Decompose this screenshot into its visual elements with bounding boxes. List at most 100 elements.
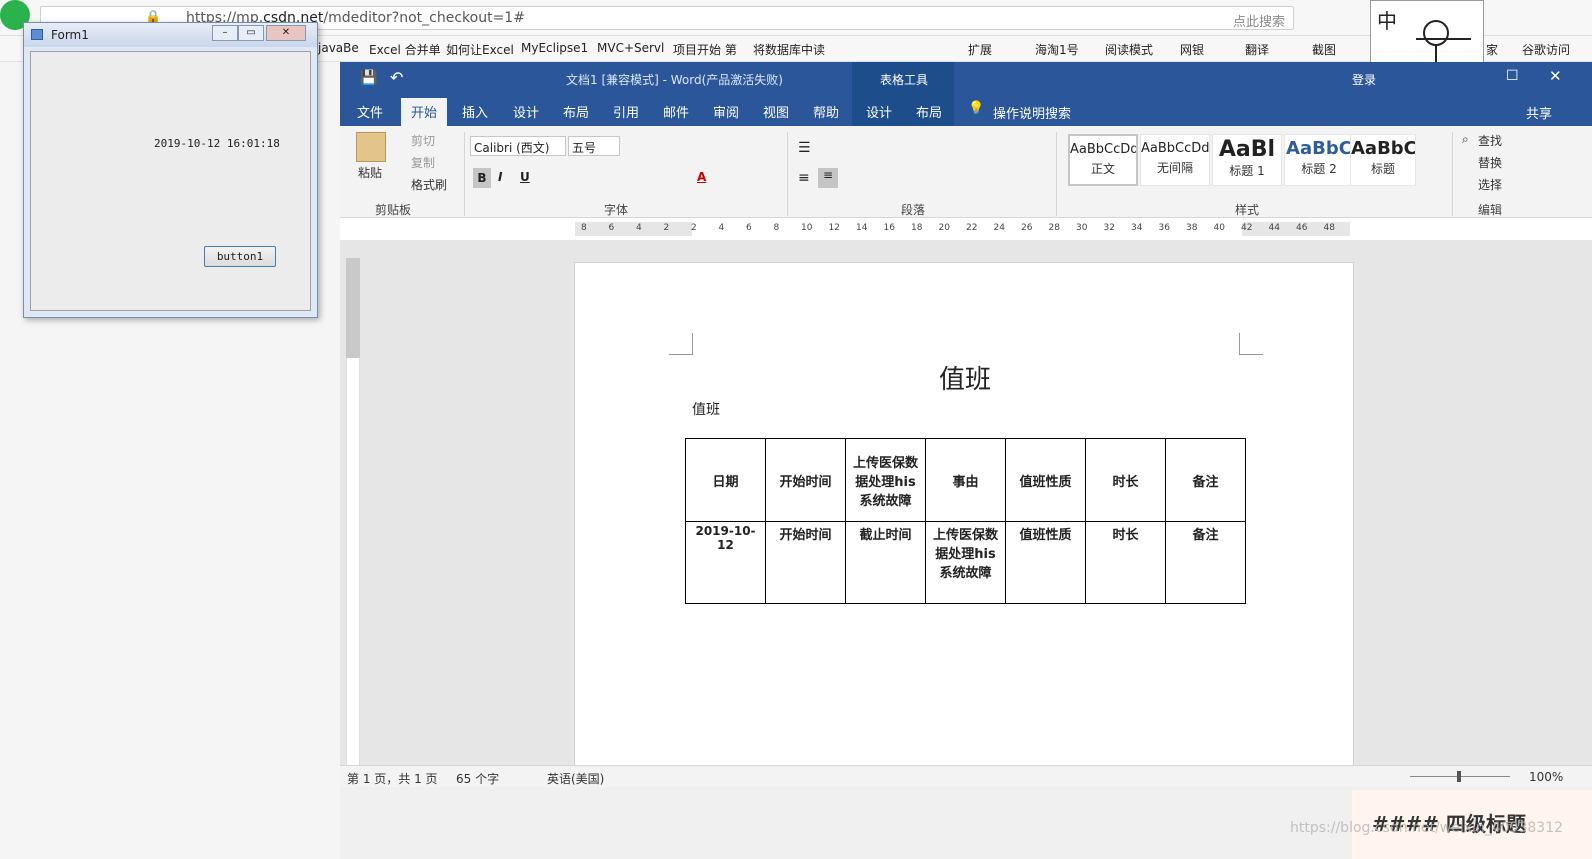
table-cell[interactable]: 备注 (1165, 438, 1246, 522)
style-sample: AaBbC (1351, 138, 1415, 159)
table-cell[interactable]: 截止时间 (845, 521, 926, 604)
tab-design[interactable]: 设计 (513, 102, 539, 121)
bullets-icon[interactable]: ☰ (798, 140, 811, 156)
divider (1452, 132, 1453, 216)
font-color-icon[interactable]: A (697, 170, 706, 184)
ruler-number: 40 (1213, 223, 1225, 233)
ruler-number: 8 (581, 223, 587, 233)
style-no-spacing[interactable]: AaBbCcDd 无间隔 (1140, 134, 1210, 186)
replace-button[interactable]: 替换 (1478, 154, 1502, 171)
bookmark-item[interactable]: 如何让Excel (446, 41, 514, 58)
style-title[interactable]: AaBbC 标题 (1350, 134, 1416, 186)
italic-icon[interactable]: I (498, 170, 502, 184)
page-count[interactable]: 第 1 页，共 1 页 (347, 770, 438, 787)
cut-button[interactable]: 剪切 (411, 132, 435, 149)
button1[interactable]: button1 (204, 246, 276, 267)
search-box[interactable]: 点此搜索 (1233, 11, 1285, 30)
bookmark-item[interactable]: MVC+Servl (597, 41, 664, 55)
find-button[interactable]: 查找 (1478, 132, 1502, 149)
tell-me-search[interactable]: 操作说明搜索 (993, 103, 1071, 122)
paste-button[interactable]: 粘贴 (358, 164, 382, 181)
select-button[interactable]: 选择 (1478, 176, 1502, 193)
table-cell[interactable]: 事由 (925, 438, 1006, 522)
bold-icon[interactable]: B (473, 168, 491, 188)
table-cell[interactable]: 上传医保数据处理his 系统故障 (845, 438, 926, 522)
font-name-select[interactable]: Calibri (西文) (470, 136, 566, 156)
tab-mailings[interactable]: 邮件 (663, 102, 689, 121)
bookmark-item[interactable]: 项目开始 第 (673, 41, 737, 58)
style-sample: AaBl (1218, 137, 1276, 162)
align-center-icon[interactable]: ≡ (818, 168, 838, 188)
ext-item[interactable]: 截图 (1312, 41, 1336, 58)
ext-item[interactable]: 翻译 (1245, 41, 1269, 58)
tab-insert[interactable]: 插入 (462, 102, 488, 121)
paste-icon[interactable] (356, 132, 386, 162)
bookmark-item[interactable]: 将数据库中读 (753, 41, 825, 58)
tab-home[interactable]: 开始 (401, 98, 448, 126)
copy-button[interactable]: 复制 (411, 154, 435, 171)
tab-table-layout[interactable]: 布局 (916, 102, 942, 121)
share-button[interactable]: 共享 (1526, 103, 1552, 122)
ruler-number: 36 (1158, 223, 1170, 233)
ext-item[interactable]: 阅读模式 (1105, 41, 1153, 58)
underline-icon[interactable]: U (520, 170, 530, 184)
table-cell[interactable]: 开始时间 (765, 521, 846, 604)
zoom-slider-thumb[interactable] (1457, 771, 1461, 782)
table-cell[interactable]: 开始时间 (765, 438, 846, 522)
ext-item[interactable]: 扩展 (968, 41, 992, 58)
font-size-select[interactable]: 五号 (568, 136, 620, 156)
bookmark-item[interactable]: javaBe (318, 41, 359, 55)
table-cell[interactable]: 2019-10-12 (685, 521, 766, 604)
word-count[interactable]: 65 个字 (456, 770, 499, 787)
table-cell[interactable]: 日期 (685, 438, 766, 522)
minimize-icon[interactable]: – (212, 25, 238, 41)
style-normal[interactable]: AaBbCcDd 正文 (1068, 134, 1138, 186)
tab-table-design[interactable]: 设计 (866, 102, 892, 121)
ruler-number: 46 (1296, 223, 1308, 233)
login-link[interactable]: 登录 (1352, 71, 1376, 88)
ext-item[interactable]: 海淘1号 (1035, 41, 1079, 58)
style-name: 标题 (1370, 162, 1395, 176)
ruler-number: 24 (993, 223, 1005, 233)
style-heading-1[interactable]: AaBl 标题 1 (1212, 134, 1282, 186)
ruler-number: 44 (1268, 223, 1280, 233)
tab-layout[interactable]: 布局 (563, 102, 589, 121)
language[interactable]: 英语(美国) (547, 770, 604, 787)
table-cell[interactable]: 值班性质 (1005, 438, 1086, 522)
close-icon[interactable]: ✕ (1549, 67, 1562, 85)
table-cell[interactable]: 值班性质 (1005, 521, 1086, 604)
style-heading-2[interactable]: AaBbC 标题 2 (1284, 134, 1354, 186)
maximize-icon[interactable]: ▭ (238, 25, 264, 41)
tab-references[interactable]: 引用 (613, 102, 639, 121)
table-cell[interactable]: 备注 (1165, 521, 1246, 604)
ribbon-tabs: 文件 开始 插入 设计 布局 引用 邮件 审阅 视图 帮助 (340, 96, 1592, 126)
table-cell[interactable]: 时长 (1085, 438, 1166, 522)
document-page[interactable]: 值班 值班 日期 开始时间 上传医保数据处理his 系统故障 事由 值班性质 时… (574, 262, 1354, 772)
ruler-number: 6 (608, 223, 615, 233)
close-icon[interactable]: ✕ (266, 25, 306, 41)
status-bar: 第 1 页，共 1 页 65 个字 英语(美国) 100% (340, 765, 1592, 787)
maximize-icon[interactable]: ☐ (1506, 68, 1519, 84)
ext-item[interactable]: 家 (1486, 41, 1498, 58)
table-cell[interactable]: 上传医保数据处理his 系统故障 (925, 521, 1006, 604)
format-painter-button[interactable]: 格式刷 (411, 176, 447, 193)
align-left-icon[interactable]: ≡ (798, 170, 810, 186)
zoom-level[interactable]: 100% (1529, 770, 1563, 784)
ruler-number: 14 (856, 223, 868, 233)
bookmark-item[interactable]: Excel 合并单 (369, 41, 441, 58)
find-icon: ⌕ (1462, 132, 1469, 146)
tab-help[interactable]: 帮助 (813, 102, 839, 121)
undo-icon[interactable]: ↶ (390, 68, 403, 87)
table-cell[interactable]: 时长 (1085, 521, 1166, 604)
tab-file[interactable]: 文件 (357, 102, 383, 121)
form1-titlebar[interactable]: Form1 – ▭ ✕ (24, 23, 317, 47)
save-icon[interactable]: 💾 (360, 70, 377, 86)
ext-item[interactable]: 网银 (1180, 41, 1204, 58)
bookmark-item[interactable]: MyEclipse1 (521, 41, 588, 55)
document-heading: 值班 (939, 365, 992, 395)
tab-view[interactable]: 视图 (763, 102, 789, 121)
tab-review[interactable]: 审阅 (713, 102, 739, 121)
ext-item[interactable]: 谷歌访问 (1522, 41, 1570, 58)
duty-table[interactable]: 日期 开始时间 上传医保数据处理his 系统故障 事由 值班性质 时长 备注 2… (685, 438, 1246, 604)
ruler-number: 4 (718, 223, 725, 233)
